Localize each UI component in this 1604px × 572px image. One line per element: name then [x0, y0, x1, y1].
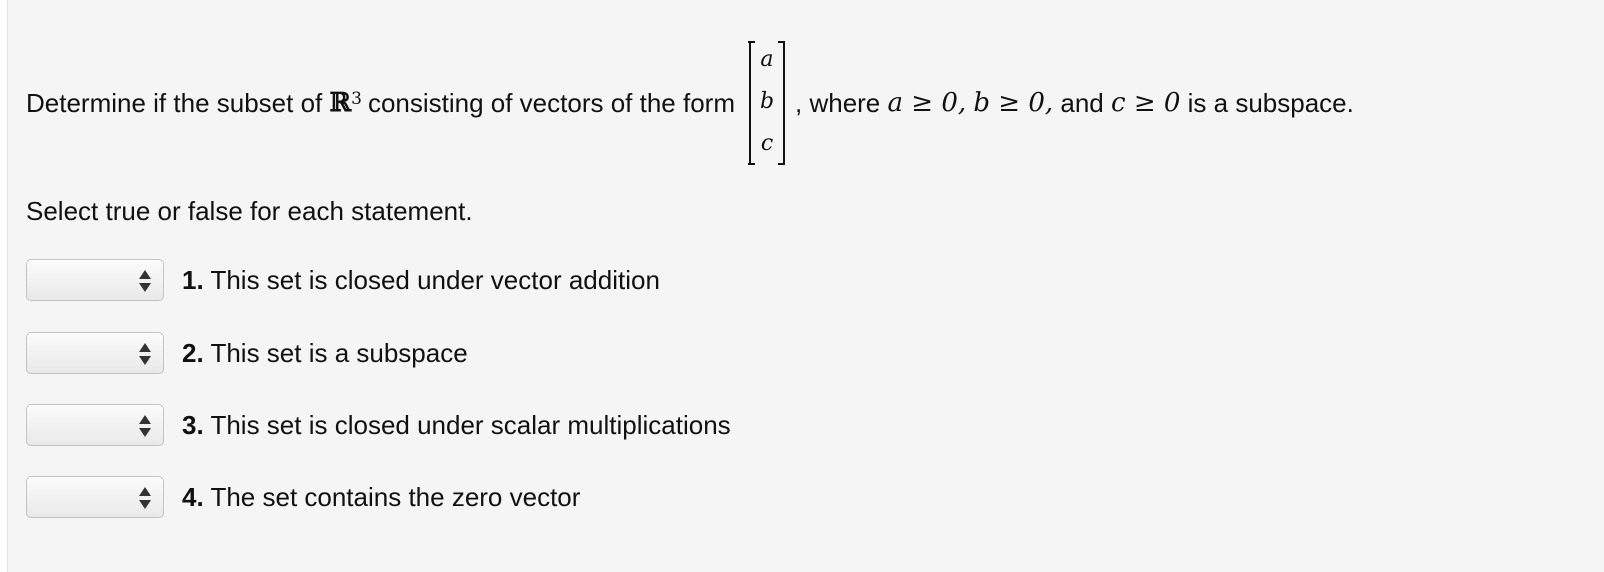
true-false-select-2[interactable]	[26, 332, 164, 374]
condition-b: b ≥ 0,	[973, 88, 1054, 118]
question-text: Determine if the subset of ℝ3 consisting…	[26, 36, 1354, 170]
statement-row-2: 2. This set is a subspace	[26, 331, 468, 375]
statement-1: 1. This set is closed under vector addit…	[182, 265, 660, 296]
statement-text-4: The set contains the zero vector	[210, 481, 581, 512]
condition-c: c ≥ 0	[1111, 88, 1181, 118]
updown-arrows-icon	[139, 487, 151, 509]
true-false-select-4[interactable]	[26, 476, 164, 518]
true-false-select-1[interactable]	[26, 259, 164, 301]
vector-entry-c: c	[760, 131, 774, 156]
statement-number-1: 1.	[182, 264, 204, 295]
updown-arrows-icon	[139, 415, 151, 437]
vector-matrix: a b c	[748, 41, 786, 165]
question-text-mid: consisting of vectors of the form	[367, 87, 735, 118]
vector-entry-b: b	[759, 89, 775, 114]
statement-row-1: 1. This set is closed under vector addit…	[26, 258, 660, 302]
statement-number-3: 3.	[182, 409, 204, 440]
statement-text-3: This set is closed under scalar multipli…	[210, 409, 731, 440]
real-space-symbol: ℝ	[329, 88, 352, 118]
statement-number-2: 2.	[182, 337, 204, 368]
updown-arrows-icon	[139, 343, 151, 365]
question-text-end: is a subspace.	[1187, 87, 1354, 118]
question-where: where	[809, 87, 881, 118]
statement-row-3: 3. This set is closed under scalar multi…	[26, 403, 731, 447]
statement-4: 4. The set contains the zero vector	[182, 482, 580, 513]
question-comma: ,	[794, 87, 803, 118]
question-panel: Determine if the subset of ℝ3 consisting…	[7, 0, 1604, 572]
statement-3: 3. This set is closed under scalar multi…	[182, 410, 731, 441]
true-false-select-3[interactable]	[26, 404, 164, 446]
statement-2: 2. This set is a subspace	[182, 338, 468, 369]
statement-row-4: 4. The set contains the zero vector	[26, 475, 580, 519]
instruction-text: Select true or false for each statement.	[26, 196, 473, 226]
real-space-exponent: 3	[351, 89, 362, 109]
updown-arrows-icon	[139, 270, 151, 292]
vector-entry-a: a	[760, 47, 774, 72]
statement-text-2: This set is a subspace	[210, 337, 468, 368]
question-text-before: Determine if the subset of	[26, 87, 323, 118]
question-and: and	[1060, 87, 1104, 118]
condition-a: a ≥ 0,	[887, 88, 967, 118]
statement-number-4: 4.	[182, 481, 204, 512]
statement-text-1: This set is closed under vector addition	[210, 264, 660, 295]
